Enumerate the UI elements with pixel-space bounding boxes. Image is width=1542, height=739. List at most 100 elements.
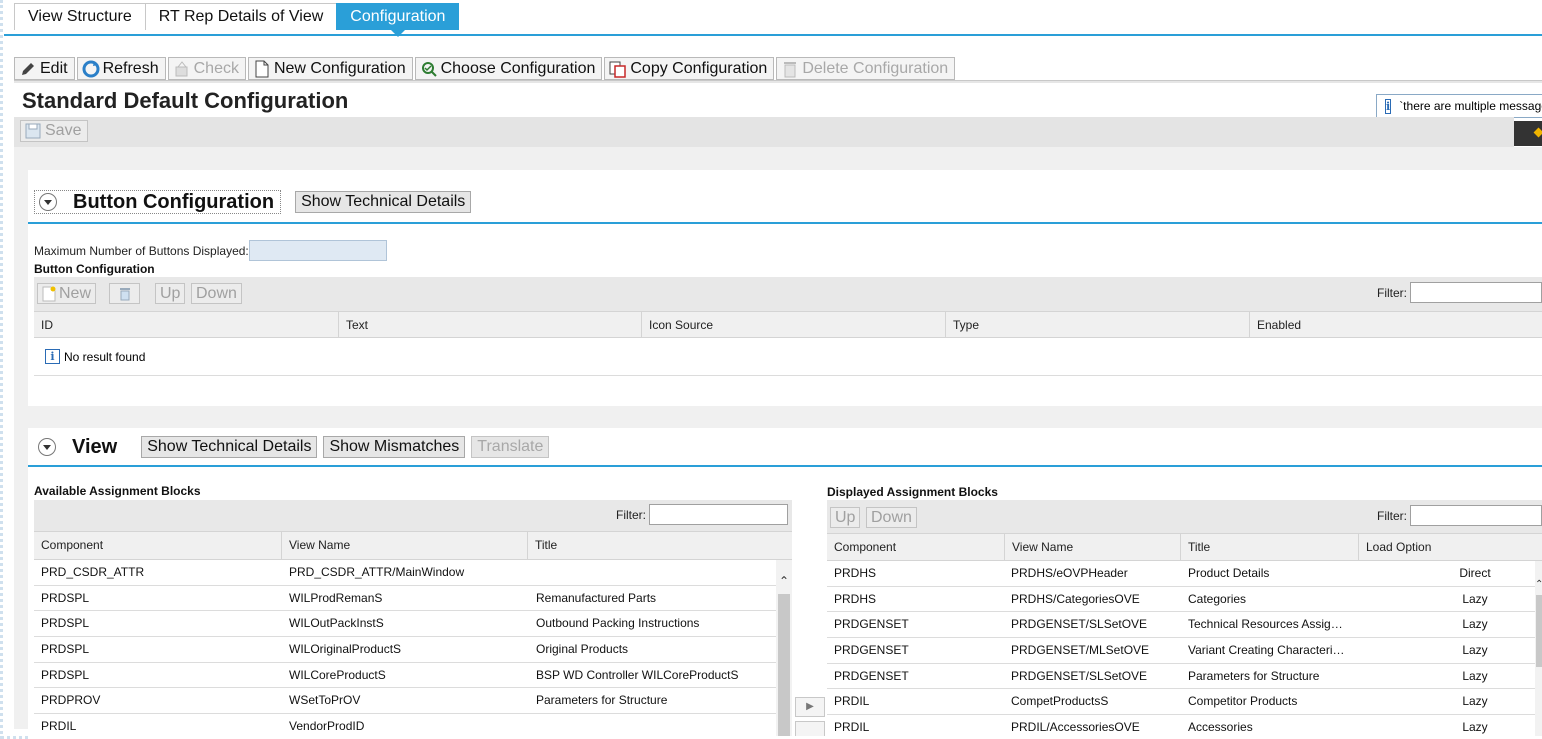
cell-title <box>529 560 776 585</box>
table-row[interactable]: PRDIL CompetProductsS Competitor Product… <box>827 689 1535 715</box>
column-header-component[interactable]: Component <box>34 532 282 559</box>
cell-load-option[interactable]: Lazy <box>1351 612 1535 637</box>
table-row[interactable]: PRDGENSET PRDGENSET/SLSetOVE Technical R… <box>827 612 1535 638</box>
table-row[interactable]: PRD_CSDR_ATTR PRD_CSDR_ATTR/MainWindow <box>34 560 776 586</box>
column-header-id[interactable]: ID <box>34 312 339 337</box>
column-header-title[interactable]: Title <box>528 532 792 559</box>
button-configuration-toggle[interactable]: Button Configuration <box>34 190 282 214</box>
table-row[interactable]: PRDIL VendorProdID <box>34 714 776 736</box>
column-header-type[interactable]: Type <box>946 312 1250 337</box>
save-bar: Save <box>14 117 1514 147</box>
table-row[interactable]: PRDSPL WILOriginalProductS Original Prod… <box>34 637 776 663</box>
column-header-icon-source[interactable]: Icon Source <box>642 312 946 337</box>
message-text: `there are multiple messages <box>1399 99 1542 113</box>
refresh-button[interactable]: Refresh <box>76 57 166 80</box>
save-button[interactable]: Save <box>20 120 89 142</box>
cell-load-option[interactable]: Lazy <box>1351 587 1535 611</box>
collapse-icon[interactable] <box>38 438 56 456</box>
delete-row-button[interactable] <box>109 283 140 304</box>
cell-title: Variant Creating Characteri… <box>1188 643 1345 657</box>
scroll-up-icon[interactable]: ⌃ <box>776 574 792 588</box>
button-filter-label: Filter: <box>1377 286 1407 300</box>
column-header-enabled[interactable]: Enabled <box>1250 312 1542 337</box>
cell-component: PRDSPL <box>41 591 90 605</box>
top-tab-bar: View Structure RT Rep Details of View Co… <box>14 3 460 37</box>
available-scroll-thumb[interactable] <box>778 594 790 736</box>
cell-load-option[interactable]: Lazy <box>1351 664 1535 688</box>
column-header-title[interactable]: Title <box>1181 534 1359 560</box>
move-left-button[interactable] <box>795 721 825 736</box>
cell-title: Original Products <box>536 642 629 656</box>
cell-component: PRDSPL <box>41 668 90 682</box>
table-row[interactable]: PRDSPL WILCoreProductS BSP WD Controller… <box>34 663 776 688</box>
cell-view-name: PRDGENSET/MLSetOVE <box>1011 643 1150 657</box>
message-bar[interactable]: i `there are multiple messages <box>1376 94 1542 118</box>
table-row[interactable]: PRDPROV WSetToPrOV Parameters for Struct… <box>34 688 776 714</box>
table-row[interactable]: PRDHS PRDHS/eOVPHeader Product Details D… <box>827 561 1535 587</box>
available-scrollbar[interactable]: ⌃ <box>776 560 792 736</box>
new-label: New <box>59 285 92 302</box>
check-button[interactable]: Check <box>167 57 246 80</box>
cell-load-option[interactable]: Lazy <box>1351 638 1535 663</box>
info-icon: i <box>45 349 60 364</box>
side-panel-toggle[interactable] <box>1514 121 1542 146</box>
cell-load-option[interactable]: Direct <box>1351 561 1535 586</box>
table-row[interactable]: PRDSPL WILOutPackInstS Outbound Packing … <box>34 611 776 637</box>
show-technical-details-button[interactable]: Show Technical Details <box>295 191 472 213</box>
choose-configuration-label: Choose Configuration <box>440 59 596 77</box>
move-right-button[interactable]: ▶ <box>795 697 825 717</box>
displayed-down-button[interactable]: Down <box>866 507 917 528</box>
new-configuration-button[interactable]: New Configuration <box>247 57 413 80</box>
table-row[interactable]: PRDGENSET PRDGENSET/MLSetOVE Variant Cre… <box>827 638 1535 664</box>
cell-load-option[interactable]: Lazy <box>1351 715 1535 736</box>
column-header-view-name[interactable]: View Name <box>282 532 528 559</box>
tab-view-structure[interactable]: View Structure <box>14 3 146 30</box>
column-header-component[interactable]: Component <box>827 534 1005 560</box>
column-header-load-option[interactable]: Load Option <box>1359 534 1542 560</box>
displayed-scroll-thumb[interactable] <box>1536 595 1542 667</box>
edit-button[interactable]: Edit <box>14 57 75 80</box>
new-item-icon <box>42 286 56 302</box>
cell-load-option[interactable]: Lazy <box>1351 689 1535 714</box>
show-mismatches-button[interactable]: Show Mismatches <box>323 436 466 458</box>
table-row[interactable]: PRDIL PRDIL/AccessoriesOVE Accessories L… <box>827 715 1535 736</box>
new-button[interactable]: New <box>37 283 97 304</box>
view-show-technical-details-button[interactable]: Show Technical Details <box>141 436 318 458</box>
new-configuration-label: New Configuration <box>273 59 406 77</box>
choose-configuration-button[interactable]: Choose Configuration <box>414 57 603 80</box>
tab-underline <box>4 34 1542 36</box>
displayed-filter-input[interactable] <box>1410 505 1542 526</box>
available-table-header: Component View Name Title <box>34 531 792 560</box>
copy-configuration-button[interactable]: Copy Configuration <box>604 57 775 80</box>
tab-configuration[interactable]: Configuration <box>336 3 460 37</box>
displayed-scrollbar[interactable]: ⌃ <box>1535 561 1542 736</box>
scroll-up-icon[interactable]: ⌃ <box>1535 579 1542 591</box>
cell-view-name: PRDGENSET/SLSetOVE <box>1011 617 1148 631</box>
empty-result-row: i No result found <box>34 338 1542 376</box>
delete-configuration-button[interactable]: Delete Configuration <box>776 57 956 80</box>
view-header: View Show Technical Details Show Mismatc… <box>38 435 550 459</box>
translate-button[interactable]: Translate <box>471 436 550 458</box>
column-header-text[interactable]: Text <box>339 312 642 337</box>
button-filter-input[interactable] <box>1410 282 1542 303</box>
available-filter-input[interactable] <box>649 504 788 525</box>
displayed-up-button[interactable]: Up <box>830 507 861 528</box>
tab-rt-rep-details[interactable]: RT Rep Details of View <box>144 3 338 30</box>
cell-component: PRDPROV <box>41 693 101 707</box>
table-row[interactable]: PRDGENSET PRDGENSET/SLSetOVE Parameters … <box>827 664 1535 689</box>
up-button[interactable]: Up <box>155 283 186 304</box>
cell-title: Categories <box>1188 592 1247 606</box>
empty-result-text: No result found <box>64 349 146 364</box>
view-underline <box>28 465 1542 467</box>
cell-title: Parameters for Structure <box>536 693 668 707</box>
trash-icon <box>781 60 799 78</box>
table-row[interactable]: PRDSPL WILProdRemanS Remanufactured Part… <box>34 586 776 611</box>
cell-view-name: PRD_CSDR_ATTR/MainWindow <box>289 565 465 579</box>
floppy-icon <box>25 123 41 139</box>
column-header-view-name[interactable]: View Name <box>1005 534 1181 560</box>
down-button[interactable]: Down <box>191 283 242 304</box>
main-toolbar: Edit Refresh Check New Configuration Cho… <box>14 57 957 80</box>
table-row[interactable]: PRDHS PRDHS/CategoriesOVE Categories Laz… <box>827 587 1535 612</box>
max-buttons-input[interactable] <box>249 240 387 261</box>
button-table-toolbar <box>34 277 1542 311</box>
